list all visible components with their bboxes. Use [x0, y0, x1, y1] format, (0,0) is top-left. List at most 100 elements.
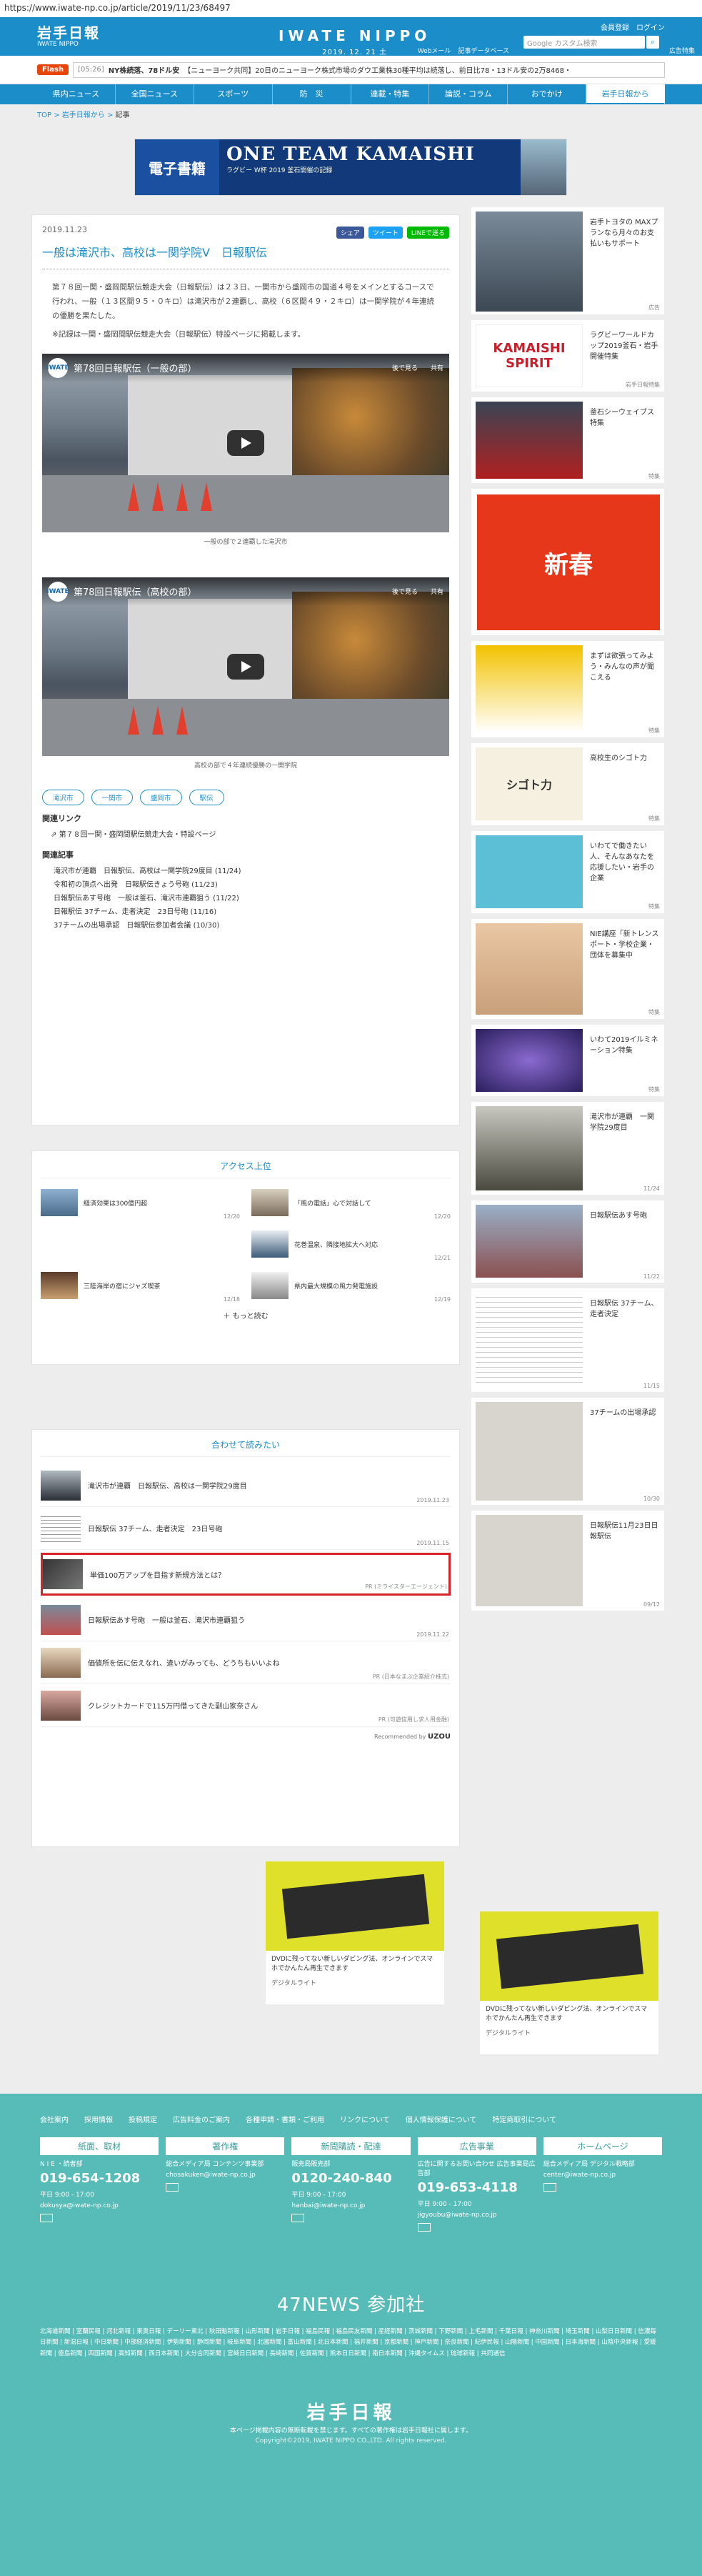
video-player-highschool[interactable]: IWATE 第78回日報駅伝（高校の部） 後で見る 共有 [42, 577, 449, 756]
footer-link[interactable]: リンクについて [340, 2114, 390, 2124]
ticker-body[interactable]: 【ニューヨーク共同】20日のニューヨーク株式市場のダウ工業株30種平均は続落し、… [184, 64, 571, 75]
ranking-item[interactable]: 県内最大規模の風力発電施設 12/19 [251, 1268, 451, 1303]
sidebar-item[interactable]: 日報駅伝あす号砲 11/22 [471, 1200, 664, 1283]
line-share-button[interactable]: LINEで送る [406, 227, 449, 239]
read-more-button[interactable]: ＋ もっと読む [41, 1310, 451, 1321]
ranking-item[interactable]: 三陸海岸の宿にジャズ喫茶 12/18 [41, 1268, 240, 1303]
related-link[interactable]: ⇗ 第７８回一関・盛岡間駅伝競走大会・特設ページ [51, 828, 449, 842]
ticker-headline[interactable]: NY株続落、78ドル安 [109, 64, 180, 75]
related-article[interactable]: 37チームの出場承認 日報駅伝参加者会議 (10/30) [54, 919, 449, 933]
footer-link[interactable]: 特定商取引について [492, 2114, 556, 2124]
mail-icon[interactable] [166, 2183, 179, 2192]
email-link[interactable]: jigyoubu@iwate-np.co.jp [418, 2212, 536, 2219]
register-link[interactable]: 会員登録 [601, 21, 629, 32]
nav-national[interactable]: 全国ニュース [116, 84, 194, 104]
sidebar-item[interactable]: いわて2019イルミネーション特集 特集 [471, 1025, 664, 1096]
sidebar-item[interactable]: 日報駅伝11月23日日報駅伝 09/12 [471, 1511, 664, 1611]
nav-sports[interactable]: スポーツ [194, 84, 273, 104]
site-logo[interactable]: 岩手日報 IWATE NIPPO [37, 21, 100, 48]
footer-link[interactable]: 採用情報 [84, 2114, 113, 2124]
login-link[interactable]: ログイン [636, 21, 665, 32]
ebook-banner[interactable]: 電子書籍 ONE TEAM KAMAISHI ラグビー W杯 2019 釜石開催… [134, 139, 567, 196]
footer-link[interactable]: 投稿規定 [129, 2114, 157, 2124]
video-share-button[interactable]: 共有 [431, 363, 443, 372]
sidebar-item[interactable]: KAMAISHI SPIRIT ラグビーワールドカップ2019釜石・岩手開催特集 岩手… [471, 320, 664, 392]
footer-link[interactable]: 会社案内 [40, 2114, 69, 2124]
tag-takizawa[interactable]: 滝沢市 [42, 789, 84, 805]
recommended-by[interactable]: Recommended by UZOU [41, 1733, 451, 1741]
mail-icon[interactable] [291, 2214, 305, 2222]
footer-link[interactable]: 広告料金のご案内 [173, 2114, 230, 2124]
email-link[interactable]: chosakuken@iwate-np.co.jp [166, 2172, 284, 2179]
sidebar-item[interactable]: 岩手トヨタの MAXプランなら月々のお支払いもサポート 広告 [471, 207, 664, 314]
sidebar-item[interactable]: 37チームの出場承認 10/30 [471, 1398, 664, 1505]
sidebar-item[interactable]: NIE講座「新トレンスポート・学校企業・団体を募集中 特集 [471, 919, 664, 1019]
video-share-button[interactable]: 共有 [431, 587, 443, 596]
footer-link[interactable]: 各種申請・書類・ご利用 [246, 2114, 324, 2124]
twitter-share-button[interactable]: ツイート [368, 227, 403, 239]
breadcrumb-section[interactable]: 岩手日報から [62, 111, 105, 119]
video-player-general[interactable]: IWATE 第78回日報駅伝（一般の部） 後で見る 共有 [42, 353, 449, 532]
mail-icon[interactable] [543, 2183, 556, 2192]
nav-disaster[interactable]: 防 災 [273, 84, 351, 104]
play-icon[interactable] [227, 429, 264, 456]
ranking-item[interactable]: 経済効果は300億円超 12/20 [41, 1185, 240, 1220]
ranking-item[interactable]: 花巻温泉、隣接地拡大へ対応 12/21 [251, 1227, 451, 1261]
search-icon[interactable]: ⌕ [646, 36, 659, 49]
email-link[interactable]: center@iwate-np.co.jp [543, 2172, 662, 2179]
sidebar-item[interactable]: シゴト力 高校生のシゴト力 特集 [471, 743, 664, 825]
nav-outing[interactable]: おでかけ [508, 84, 587, 104]
facebook-share-button[interactable]: シェア [336, 227, 364, 239]
video-title[interactable]: 第78回日報駅伝（高校の部） [74, 585, 197, 598]
recommend-item[interactable]: 滝沢市が連覇 日報駅伝、高校は一関学院29度目 2019.11.23 [41, 1464, 451, 1507]
sidebar-item[interactable]: まずは欲張ってみよう・みんなの声が聞こえる 特集 [471, 641, 664, 737]
play-icon[interactable] [227, 653, 264, 680]
phone-number[interactable]: 0120-240-840 [291, 2171, 410, 2186]
video-title[interactable]: 第78回日報駅伝（一般の部） [74, 361, 197, 374]
address-bar[interactable]: https://www.iwate-np.co.jp/article/2019/… [0, 0, 702, 17]
ad-dvd-left[interactable]: DVDに残ってない新しいダビング法、オンラインでスマホでかんたん再生できます デ… [266, 1861, 444, 2004]
channel-avatar[interactable]: IWATE [46, 357, 69, 378]
email-link[interactable]: dokusya@iwate-np.co.jp [40, 2202, 159, 2209]
mail-icon[interactable] [417, 2223, 431, 2232]
recommend-item[interactable]: クレジットカードで115万円借ってきた副山家奈さん PR (可遊信用し求人用金融) [41, 1684, 451, 1727]
ad-dvd-right[interactable]: DVDに残ってない新しいダビング法、オンラインでスマホでかんたん再生できます デ… [480, 1911, 658, 2054]
search-input[interactable]: Google カスタム検索 [523, 36, 645, 49]
nav-series[interactable]: 連載・特集 [351, 84, 430, 104]
related-article[interactable]: 日報駅伝 37チーム、走者決定 23日号砲 (11/16) [54, 905, 449, 919]
watch-later-button[interactable]: 後で見る [392, 363, 418, 372]
mail-icon[interactable] [40, 2214, 53, 2222]
phone-number[interactable]: 019-654-1208 [40, 2171, 159, 2186]
ranking-item[interactable] [41, 1227, 240, 1261]
footer-link[interactable]: 個人情報保護について [406, 2114, 477, 2124]
recommend-item-highlighted[interactable]: 単価100万アップを目指す新規方法とは？ PR (ミライスターエージェント) [41, 1553, 451, 1596]
47news-papers[interactable]: 北海道新聞 | 室蘭民報 | 河北新報 | 東奥日報 | デーリー東北 | 秋田… [40, 2327, 662, 2359]
ranking-item[interactable]: 「風の電話」心で対話して 12/20 [251, 1185, 451, 1220]
email-link[interactable]: hanbai@iwate-np.co.jp [291, 2202, 410, 2209]
article-db-link[interactable]: 記事データベース [458, 46, 509, 55]
nav-local[interactable]: 県内ニュース [37, 84, 116, 104]
ad-special-link[interactable]: 広告特集 [669, 46, 695, 55]
breadcrumb-top[interactable]: TOP [37, 111, 51, 119]
related-article[interactable]: 令和初の頂点へ出発 日報駅伝きょう号砲 (11/23) [54, 878, 449, 892]
tag-ichinoseki[interactable]: 一関市 [91, 789, 134, 805]
related-article[interactable]: 日報駅伝あす号砲 一般は釜石、滝沢市連覇狙う (11/22) [54, 892, 449, 905]
related-article[interactable]: 滝沢市が連覇 日報駅伝、高校は一関学院29度目 (11/24) [54, 865, 449, 878]
sidebar-item[interactable]: 釜石シーウェイブス特集 特集 [471, 397, 664, 483]
footer-logo[interactable]: 岩手日報 [0, 2398, 702, 2425]
sidebar-item[interactable]: いわてで働きたい人、そんなあなたを応援したい・岩手の企業 特集 [471, 831, 664, 913]
recommend-item[interactable]: 日報駅伝 37チーム、走者決定 23日号砲 2019.11.15 [41, 1507, 451, 1550]
webmail-link[interactable]: Webメール [418, 46, 451, 55]
tag-morioka[interactable]: 盛岡市 [140, 789, 182, 805]
ticker-box[interactable]: [05:26] NY株続落、78ドル安 【ニューヨーク共同】20日のニューヨーク… [73, 61, 665, 78]
recommend-item[interactable]: 日報駅伝あす号砲 一般は釜石、滝沢市連覇狙う 2019.11.22 [41, 1598, 451, 1641]
recommend-item[interactable]: 価値所を伝に伝えなれ、違いがみっても、どうちもいいよね PR (日本なまぶ企業紹介… [41, 1641, 451, 1684]
phone-number[interactable]: 019-653-4118 [418, 2180, 536, 2195]
nav-from-nippo[interactable]: 岩手日報から [586, 84, 665, 104]
nav-editorial[interactable]: 論説・コラム [429, 84, 508, 104]
ad-sekisui-house[interactable]: 新春 [471, 489, 664, 635]
sidebar-item[interactable]: 滝沢市が連覇 一関学院29度目 11/24 [471, 1102, 664, 1195]
tag-ekiden[interactable]: 駅伝 [189, 789, 224, 805]
channel-avatar[interactable]: IWATE [46, 581, 69, 602]
sidebar-item[interactable]: 日報駅伝 37チーム、走者決定 11/15 [471, 1288, 664, 1392]
